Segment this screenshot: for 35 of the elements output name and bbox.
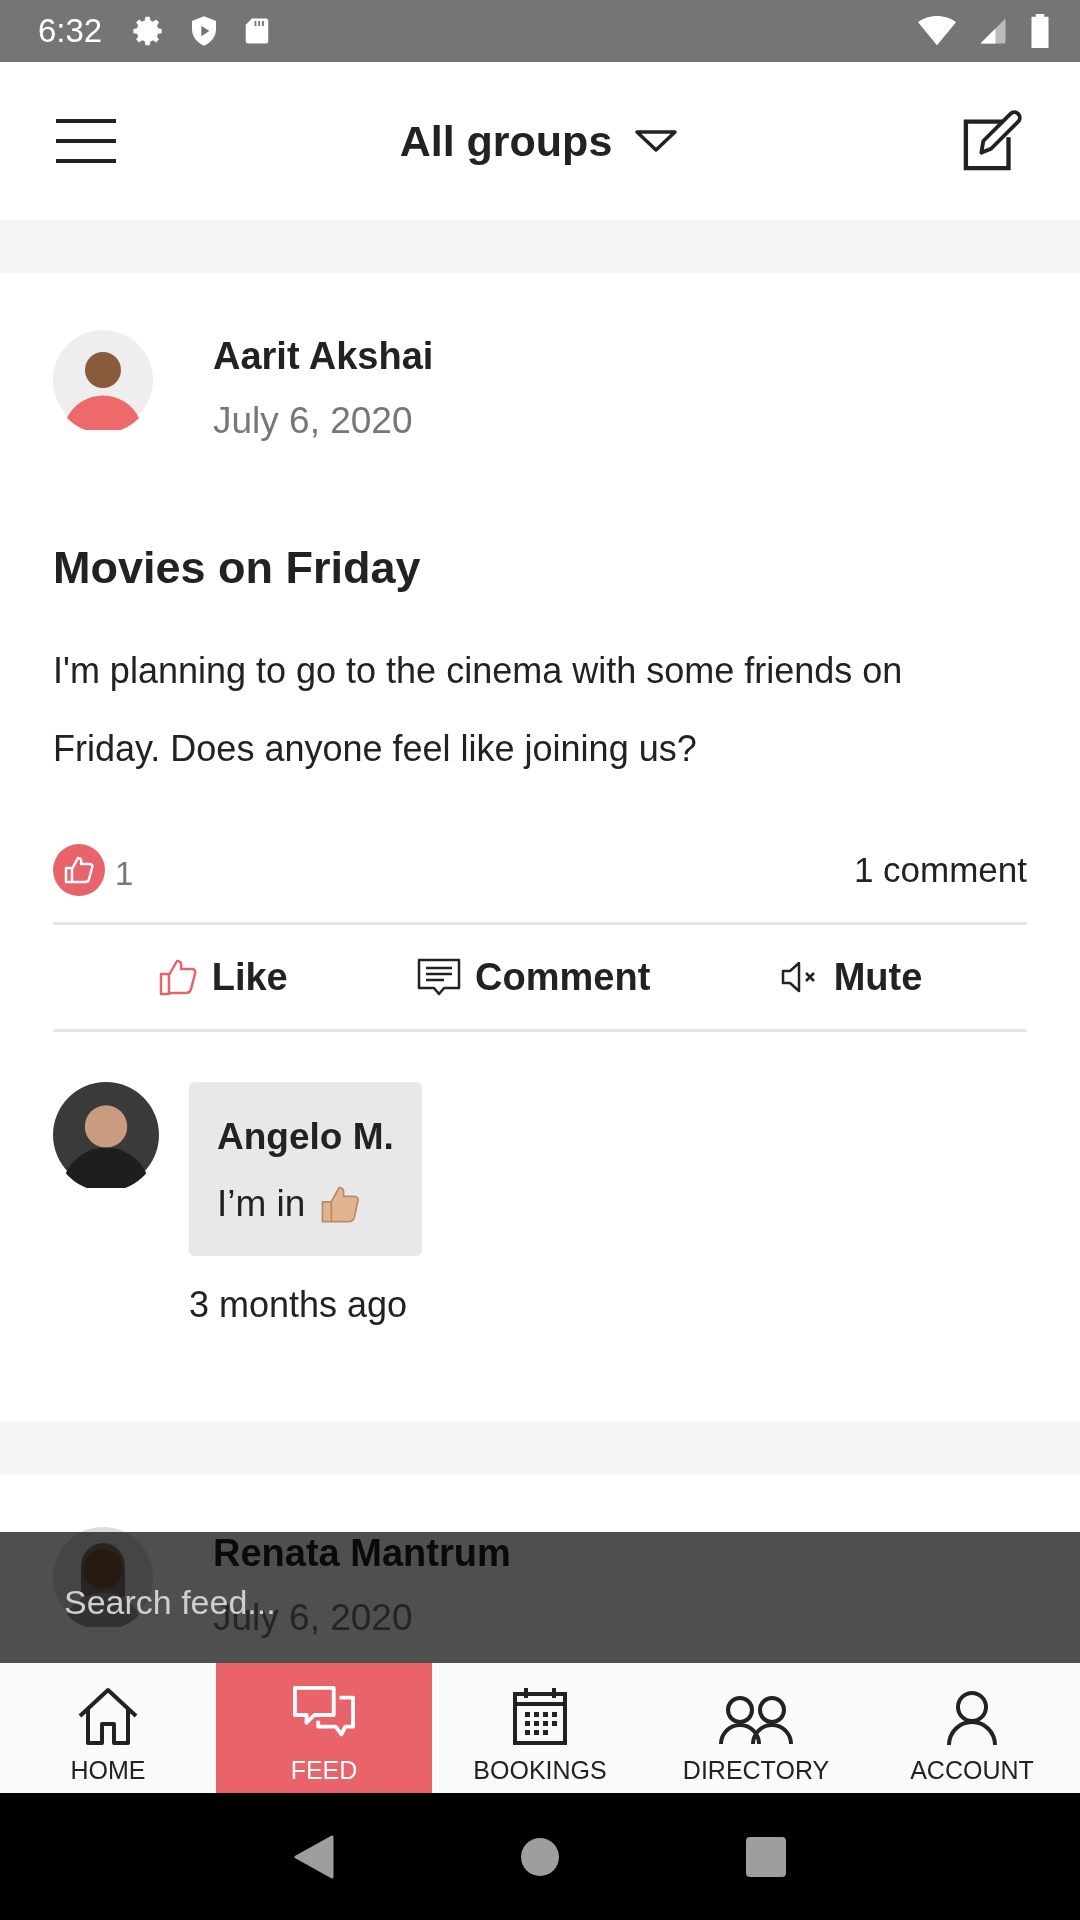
people-icon <box>718 1694 794 1746</box>
nav-tab[interactable]: ACCOUNT <box>864 1663 1080 1793</box>
calendar-icon <box>512 1686 568 1746</box>
compose-icon[interactable] <box>962 110 1024 172</box>
nav-tab[interactable]: HOME <box>0 1663 216 1793</box>
wifi-icon <box>918 15 956 47</box>
avatar-icon <box>53 1082 159 1188</box>
nav-tab[interactable]: DIRECTORY <box>648 1663 864 1793</box>
avatar-icon <box>53 330 153 430</box>
thumbs-up-icon <box>157 957 198 997</box>
author-name[interactable]: Aarit Akshai <box>213 335 434 378</box>
comment-icon <box>417 957 462 997</box>
recents-icon[interactable] <box>746 1836 787 1877</box>
like-count: 1 <box>115 855 134 893</box>
caret-icon <box>634 129 679 153</box>
comment-time: 3 months ago <box>189 1284 409 1326</box>
like-badge-icon <box>53 844 105 896</box>
nav-tab[interactable]: BOOKINGS <box>432 1663 648 1793</box>
comment-count[interactable]: 1 comment <box>853 850 1027 890</box>
home-icon <box>76 1686 140 1746</box>
post-title: Movies on Friday <box>53 542 422 594</box>
comment-author[interactable]: Angelo M. <box>217 1116 394 1158</box>
post-date: July 6, 2020 <box>213 400 414 442</box>
like-button[interactable]: Like <box>151 949 294 1005</box>
comment-button[interactable]: Comment <box>411 949 657 1005</box>
home-icon[interactable] <box>521 1837 559 1876</box>
mute-button[interactable]: Mute <box>773 949 929 1005</box>
battery-icon <box>1030 14 1050 48</box>
back-icon[interactable] <box>293 1834 334 1879</box>
comment-text: I’m in <box>217 1183 306 1225</box>
clock: 6:32 <box>38 12 103 50</box>
post-body: I'm planning to go to the cinema with some friends on Friday. Does anyone feel like joining us? <box>53 649 904 771</box>
group-dropdown[interactable]: All groups <box>399 116 679 166</box>
person-icon <box>946 1690 998 1746</box>
menu-icon[interactable] <box>56 118 116 164</box>
